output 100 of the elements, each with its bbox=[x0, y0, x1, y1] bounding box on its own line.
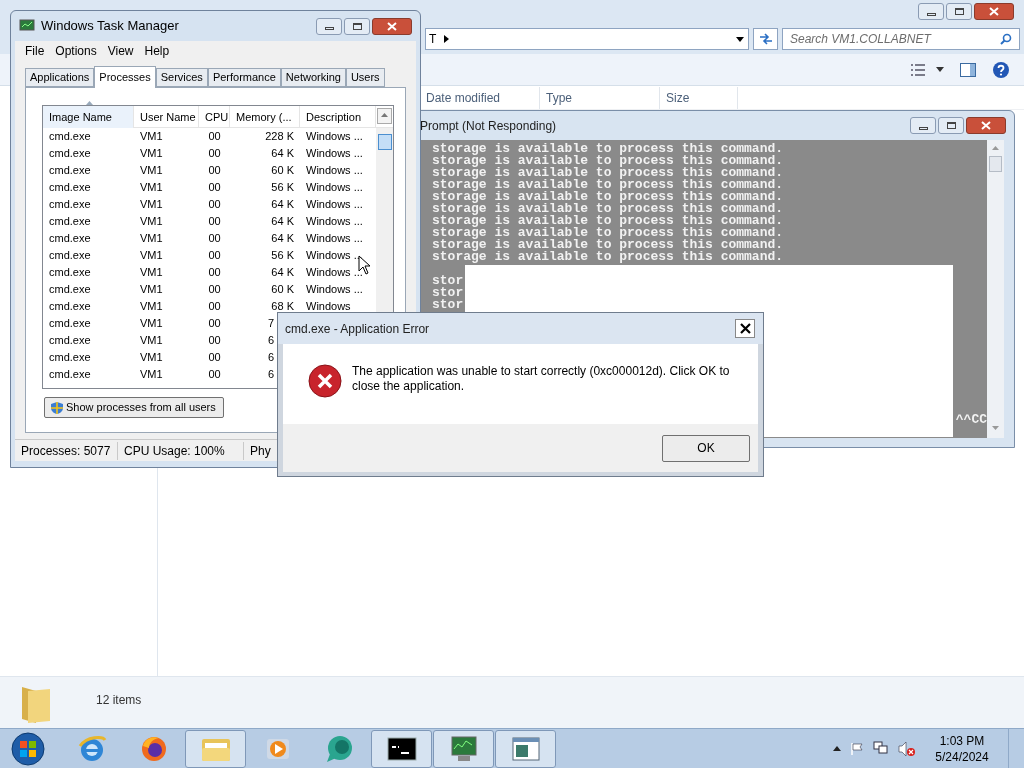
table-cell-text: Windows ... bbox=[306, 282, 363, 298]
table-cell-text: cmd.exe bbox=[48, 163, 92, 179]
table-cell-text: 00 bbox=[207, 282, 222, 298]
tab[interactable]: Services bbox=[155, 68, 208, 87]
refresh-arrows-icon bbox=[758, 33, 773, 45]
table-cell-text: cmd.exe bbox=[48, 197, 92, 213]
table-cell-text: cmd.exe bbox=[48, 180, 92, 196]
table-cell-text: Windows ... bbox=[306, 129, 363, 145]
console-line: storage is available to process this command. bbox=[432, 227, 785, 239]
column-header[interactable]: Description bbox=[300, 106, 376, 128]
menu-item[interactable]: View bbox=[107, 42, 134, 60]
table-cell-text: 00 bbox=[207, 316, 222, 332]
column-header[interactable]: CPU bbox=[199, 106, 230, 128]
close-button[interactable] bbox=[974, 3, 1014, 20]
table-cell-text: 64 K bbox=[270, 197, 295, 213]
tab[interactable]: Networking bbox=[280, 68, 346, 87]
table-cell-text: cmd.exe bbox=[48, 299, 92, 315]
menu-item[interactable]: Help bbox=[144, 42, 170, 60]
scroll-thumb[interactable] bbox=[377, 134, 392, 150]
table-cell-text: 00 bbox=[207, 146, 222, 162]
tab[interactable]: Performance bbox=[207, 68, 281, 87]
maximize-button[interactable] bbox=[946, 3, 972, 20]
table-cell-text: Windows ... bbox=[306, 214, 363, 230]
dialog-title: cmd.exe - Application Error bbox=[285, 320, 430, 338]
table-cell-text: 00 bbox=[207, 367, 222, 383]
console-line: storage is available to process this command. bbox=[432, 215, 785, 227]
scroll-thumb[interactable] bbox=[989, 156, 1002, 172]
menu-item[interactable]: File bbox=[25, 42, 45, 60]
flag-icon[interactable] bbox=[850, 741, 864, 756]
network-icon[interactable] bbox=[873, 741, 889, 756]
column-header[interactable]: Size bbox=[660, 87, 738, 109]
table-cell-text: 64 K bbox=[270, 265, 295, 281]
muted-speaker-icon[interactable] bbox=[898, 740, 916, 757]
scrollbar[interactable] bbox=[987, 140, 1004, 438]
close-button[interactable] bbox=[966, 117, 1006, 134]
table-cell-text: VM1 bbox=[139, 282, 164, 298]
console-line: storage is available to process this command. bbox=[432, 155, 785, 167]
address-bar[interactable]: T bbox=[425, 28, 749, 50]
column-header[interactable]: User Name bbox=[134, 106, 199, 128]
table-cell-text: VM1 bbox=[139, 214, 164, 230]
table-cell-text: Windows ... bbox=[306, 180, 363, 196]
ok-button[interactable]: OK bbox=[662, 434, 750, 462]
preview-pane-icon[interactable] bbox=[960, 62, 976, 77]
table-cell-text: cmd.exe bbox=[48, 333, 92, 349]
minimize-button[interactable] bbox=[316, 17, 342, 35]
table-cell-text: cmd.exe bbox=[48, 367, 92, 383]
shield-icon bbox=[50, 400, 64, 415]
clock-time: 1:03 PM bbox=[939, 732, 985, 749]
search-field[interactable]: Search VM1.COLLABNET bbox=[782, 28, 1020, 50]
table-cell-text: 00 bbox=[207, 265, 222, 281]
tab[interactable]: Applications bbox=[25, 68, 95, 87]
search-icon bbox=[1000, 33, 1012, 45]
table-cell-text: Windows ... bbox=[306, 146, 363, 162]
column-header[interactable]: Memory (... bbox=[230, 106, 300, 128]
tab[interactable]: Users bbox=[345, 68, 385, 87]
view-list-icon[interactable] bbox=[910, 62, 926, 77]
table-cell-text: VM1 bbox=[139, 350, 164, 366]
breadcrumb-text: T bbox=[429, 31, 437, 48]
table-cell-text: VM1 bbox=[139, 146, 164, 162]
table-cell-text: VM1 bbox=[139, 197, 164, 213]
close-icon bbox=[981, 121, 991, 130]
close-icon bbox=[989, 7, 999, 16]
refresh-button[interactable] bbox=[753, 28, 778, 50]
table-cell-text: 56 K bbox=[270, 180, 295, 196]
clock[interactable]: 1:03 PM 5/24/2024 bbox=[925, 732, 999, 765]
minimize-button[interactable] bbox=[918, 3, 944, 20]
console-line: storage is available to process this command. bbox=[432, 203, 785, 215]
table-cell-text: 00 bbox=[207, 180, 222, 196]
table-cell-text: 228 K bbox=[264, 129, 295, 145]
table-cell-text: cmd.exe bbox=[48, 248, 92, 264]
console-line: storage is available to process this command. bbox=[432, 167, 785, 179]
menu-item[interactable]: Options bbox=[55, 42, 97, 60]
show-hidden-icons-icon[interactable] bbox=[833, 746, 841, 751]
close-button[interactable] bbox=[735, 319, 755, 338]
table-cell-text: 00 bbox=[207, 248, 222, 264]
help-icon[interactable] bbox=[992, 60, 1010, 79]
table-cell-text: Windows bbox=[306, 299, 351, 315]
search-input[interactable]: Search VM1.COLLABNET bbox=[790, 30, 1000, 48]
table-cell-text: VM1 bbox=[139, 333, 164, 349]
chevron-right-icon bbox=[444, 35, 450, 43]
table-cell-text: cmd.exe bbox=[48, 231, 92, 247]
minimize-button[interactable] bbox=[910, 117, 936, 134]
status-text: Processes: 5077 bbox=[15, 441, 118, 460]
table-cell-text: Windows ... bbox=[306, 248, 363, 264]
error-icon bbox=[308, 364, 342, 398]
console-icon bbox=[386, 736, 417, 761]
clock-date: 5/24/2024 bbox=[935, 748, 989, 765]
tab[interactable]: Processes bbox=[94, 66, 156, 88]
maximize-button[interactable] bbox=[938, 117, 964, 134]
table-cell-text: VM1 bbox=[139, 231, 164, 247]
table-cell-text: 00 bbox=[207, 350, 222, 366]
show-all-processes-button[interactable]: Show processes from all users bbox=[44, 397, 224, 418]
console-line: storage is available to process this command. bbox=[432, 179, 785, 191]
maximize-button[interactable] bbox=[344, 17, 370, 35]
column-header[interactable]: Type bbox=[540, 87, 660, 109]
window-title: Windows Task Manager bbox=[41, 17, 179, 36]
table-cell-text: 60 K bbox=[270, 163, 295, 179]
taskbar-app-button[interactable] bbox=[371, 729, 432, 768]
dropdown-caret-icon[interactable] bbox=[936, 67, 944, 72]
close-button[interactable] bbox=[372, 17, 412, 35]
